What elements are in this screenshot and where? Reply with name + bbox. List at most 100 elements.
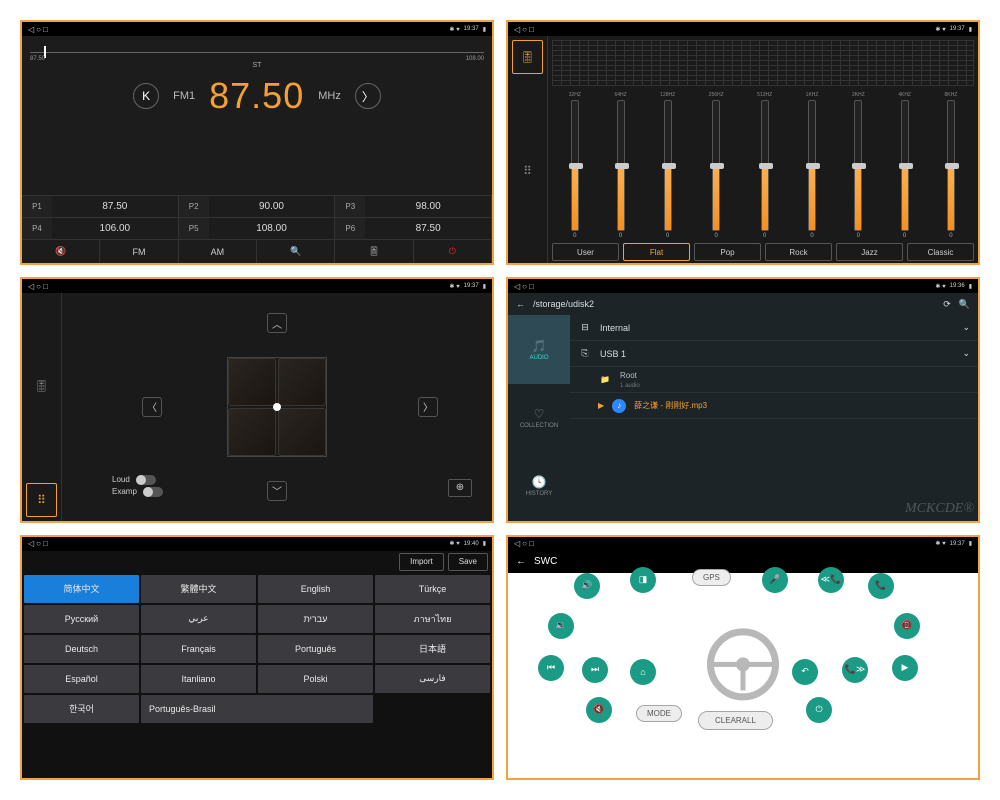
eq-slider-256hz[interactable]: 256HZ0 [709,92,724,239]
swc-call-prev[interactable]: ≪📞 [818,567,844,593]
eq-slider-32hz[interactable]: 32HZ0 [569,92,581,239]
back-button[interactable]: ← [516,299,525,309]
lang-option[interactable]: עברית [258,605,373,633]
back-icon[interactable]: ◁ [28,539,34,548]
balance-tab[interactable]: ⠿ [508,78,547,263]
back-icon[interactable]: ◁ [28,282,34,291]
swc-next[interactable]: ⏭ [582,657,608,683]
slider-thumb[interactable] [569,163,583,169]
slider-thumb[interactable] [852,163,866,169]
back-icon[interactable]: ◁ [514,282,520,291]
usb-row[interactable]: ⎘USB 1⌄ [570,341,978,367]
slider-thumb[interactable] [759,163,773,169]
eq-slider-128hz[interactable]: 128HZ0 [660,92,675,239]
eq-slider-512hz[interactable]: 512HZ0 [757,92,772,239]
preset-5[interactable]: P5108.00 [179,217,336,239]
center-button[interactable]: ⊕ [448,479,472,497]
recent-icon[interactable]: □ [529,539,534,548]
lang-option[interactable]: عربي [141,605,256,633]
eq-preset-user[interactable]: User [552,243,619,261]
import-button[interactable]: Import [399,553,444,571]
lang-option[interactable]: Polski [258,665,373,693]
preset-1[interactable]: P187.50 [22,195,179,217]
preset-6[interactable]: P687.50 [335,217,492,239]
preset-2[interactable]: P290.00 [179,195,336,217]
prev-button[interactable]: K [133,83,159,109]
recent-icon[interactable]: □ [529,25,534,34]
internal-row[interactable]: ⊟Internal⌄ [570,315,978,341]
eq-preset-flat[interactable]: Flat [623,243,690,261]
lang-option[interactable]: فارسی [375,665,490,693]
home-icon[interactable]: ○ [36,539,41,548]
balance-left-button[interactable]: 〈 [142,397,162,417]
swc-vol-down[interactable]: 🔉 [548,613,574,639]
back-icon[interactable]: ◁ [28,25,34,34]
now-playing-row[interactable]: ▶♪薛之谦 - 刚刚好.mp3 [570,393,978,419]
swc-prev[interactable]: ⏮ [538,655,564,681]
eq-preset-rock[interactable]: Rock [765,243,832,261]
root-folder[interactable]: 📁Root1 audio [570,367,978,393]
slider-thumb[interactable] [615,163,629,169]
lang-option[interactable]: 繁體中文 [141,575,256,603]
loud-toggle[interactable] [136,475,156,485]
lang-option[interactable]: 한국어 [24,695,139,723]
slider-thumb[interactable] [710,163,724,169]
lang-option[interactable]: Español [24,665,139,693]
position-dot[interactable] [273,403,281,411]
eq-tab[interactable]: 🎚 [512,40,543,74]
slider-thumb[interactable] [945,163,959,169]
swc-clearall[interactable]: CLEARALL [698,711,773,730]
lang-option[interactable]: Itanliano [141,665,256,693]
lang-option[interactable]: Русский [24,605,139,633]
eq-preset-classic[interactable]: Classic [907,243,974,261]
lang-option[interactable]: ภาษาไทย [375,605,490,633]
am-button[interactable]: AM [179,240,257,263]
fm-button[interactable]: FM [100,240,178,263]
next-button[interactable]: 〉 [355,83,381,109]
swc-mic[interactable]: 🎤 [762,567,788,593]
home-icon[interactable]: ○ [522,25,527,34]
slider-thumb[interactable] [662,163,676,169]
swc-gps[interactable]: GPS [692,569,731,586]
eq-button[interactable]: 🎚 [335,240,413,263]
lang-option[interactable]: Français [141,635,256,663]
eq-slider-2khz[interactable]: 2KHZ0 [852,92,865,239]
eq-slider-8khz[interactable]: 8KHZ0 [944,92,957,239]
eq-slider-1khz[interactable]: 1KHZ0 [806,92,819,239]
recent-icon[interactable]: □ [43,539,48,548]
save-button[interactable]: Save [448,553,488,571]
slider-thumb[interactable] [899,163,913,169]
eq-preset-jazz[interactable]: Jazz [836,243,903,261]
recent-icon[interactable]: □ [43,25,48,34]
balance-right-button[interactable]: 〉 [418,397,438,417]
home-icon[interactable]: ○ [522,539,527,548]
recent-icon[interactable]: □ [529,282,534,291]
balance-tab[interactable]: ⠿ [26,483,57,517]
swc-answer[interactable]: 📞 [868,573,894,599]
swc-back[interactable]: ↶ [792,659,818,685]
seat-position[interactable] [227,357,327,457]
swc-mode[interactable]: MODE [636,705,682,722]
history-tab[interactable]: 🕓HISTORY [508,452,570,520]
audio-tab[interactable]: 🎵AUDIO [508,315,570,383]
refresh-button[interactable]: ⟳ [943,299,951,310]
mute-button[interactable]: 🔇 [22,240,100,263]
lang-option[interactable]: Deutsch [24,635,139,663]
swc-hangup[interactable]: 📵 [894,613,920,639]
lang-option[interactable]: 日本語 [375,635,490,663]
examp-toggle[interactable] [143,487,163,497]
collection-tab[interactable]: ♡COLLECTION [508,384,570,452]
back-icon[interactable]: ◁ [514,539,520,548]
eq-tab[interactable]: 🎚 [22,293,61,478]
swc-home[interactable]: ⌂ [630,659,656,685]
recent-icon[interactable]: □ [43,282,48,291]
lang-option[interactable]: Türkçe [375,575,490,603]
swc-power[interactable]: ⏻ [806,697,832,723]
home-icon[interactable]: ○ [36,25,41,34]
eq-slider-64hz[interactable]: 64HZ0 [614,92,626,239]
lang-option[interactable]: Português-Brasil [141,695,373,723]
swc-call-next[interactable]: 📞≫ [842,657,868,683]
preset-3[interactable]: P398.00 [335,195,492,217]
power-button[interactable]: ⏻ [414,240,492,263]
fade-up-button[interactable]: ︿ [267,313,287,333]
